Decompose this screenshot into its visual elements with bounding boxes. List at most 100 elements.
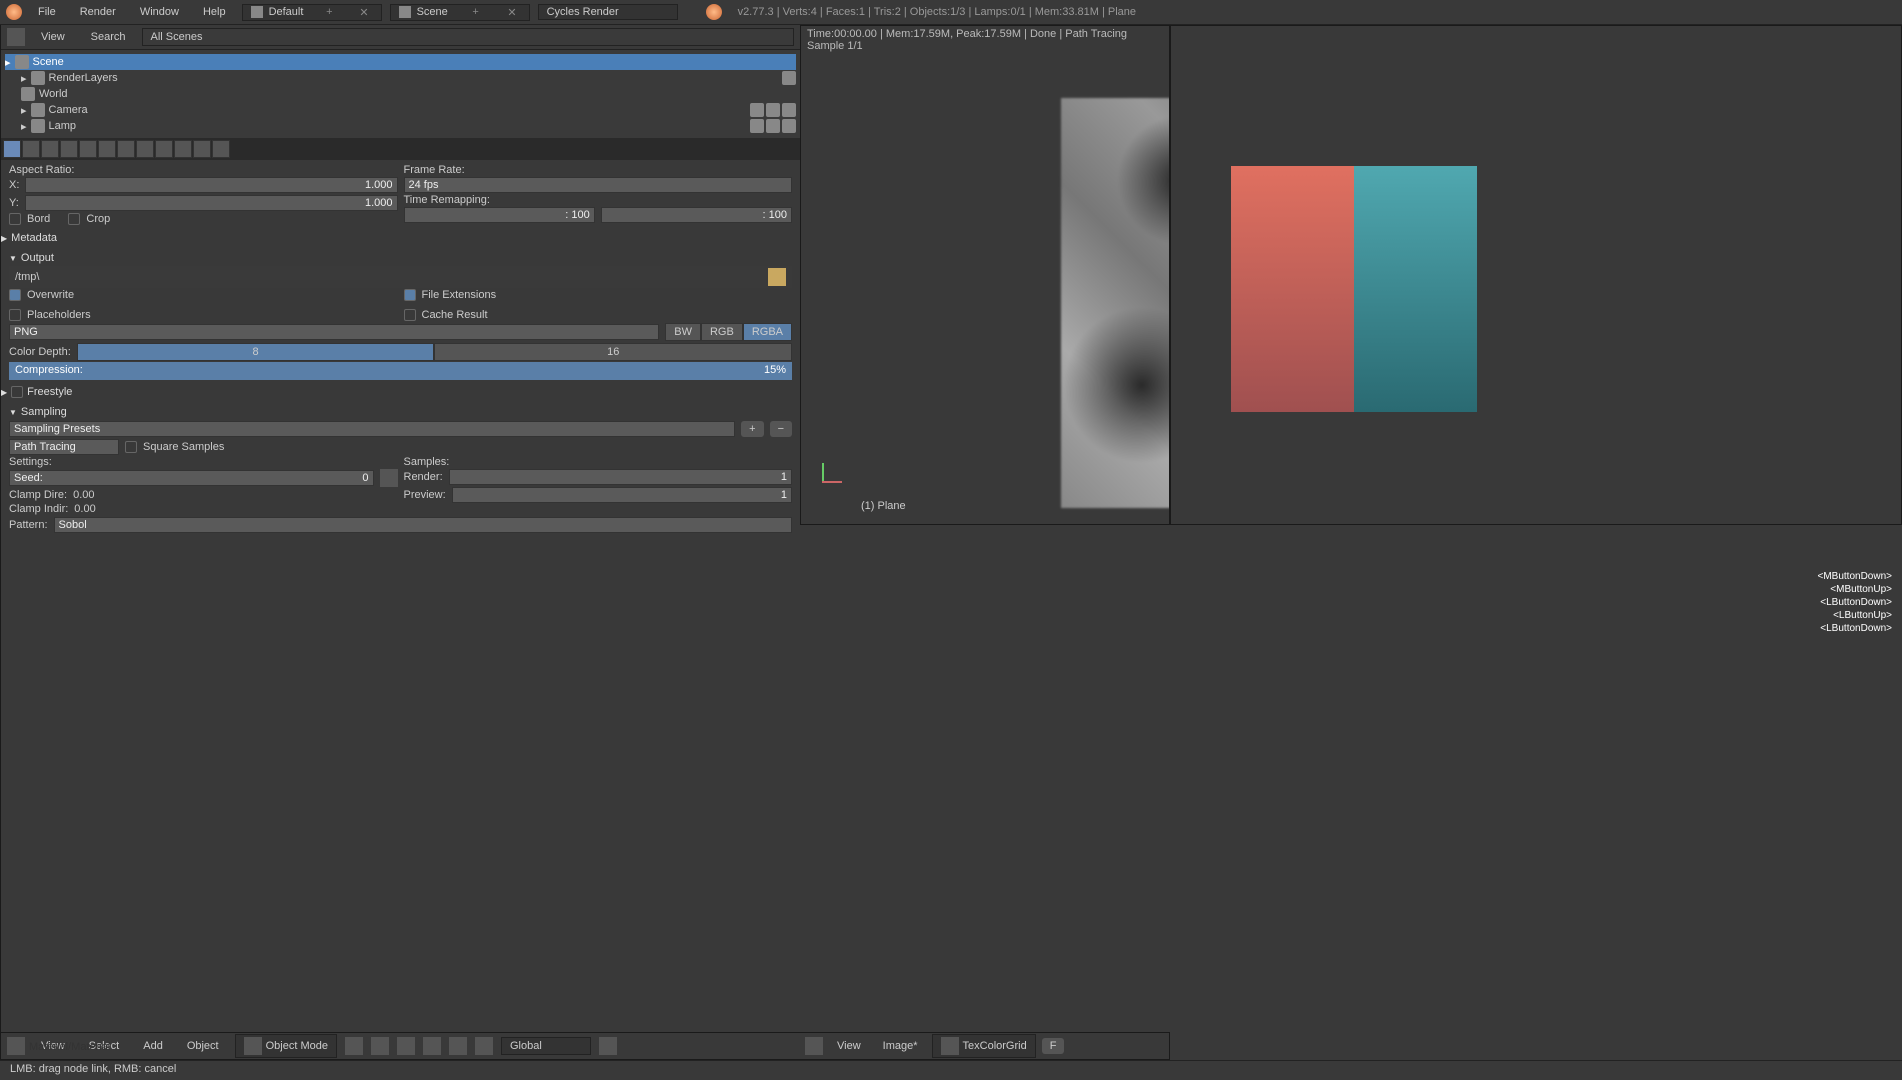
outliner-tree[interactable]: ▸Scene ▸RenderLayers World ▸Camera ▸Lamp — [1, 50, 800, 138]
clampi-val[interactable]: 0.00 — [74, 503, 95, 515]
crop-check[interactable] — [68, 213, 80, 225]
depth-8[interactable]: 8 — [77, 343, 435, 361]
tab-scene[interactable] — [41, 140, 59, 158]
aspect-x-field[interactable]: 1.000 — [25, 177, 397, 193]
tab-constraint[interactable] — [98, 140, 116, 158]
mode-dropdown[interactable]: Object Mode — [235, 1034, 337, 1058]
placeholders-check[interactable] — [9, 309, 21, 321]
editor-type-icon[interactable] — [7, 28, 25, 46]
outliner-item-scene[interactable]: ▸Scene — [5, 54, 796, 70]
format-dropdown[interactable]: PNG — [9, 324, 659, 340]
mode-rgba[interactable]: RGBA — [743, 323, 792, 341]
metadata-header[interactable]: ▶Metadata — [1, 230, 800, 246]
shading-icon[interactable] — [345, 1037, 363, 1055]
menu-image[interactable]: Image* — [875, 1038, 926, 1054]
fileext-check[interactable] — [404, 289, 416, 301]
square-check[interactable] — [125, 441, 137, 453]
tab-object[interactable] — [79, 140, 97, 158]
plus-icon[interactable]: + — [468, 6, 482, 18]
sampling-header[interactable]: ▼Sampling — [9, 404, 792, 420]
tab-texture[interactable] — [174, 140, 192, 158]
menu-file[interactable]: File — [30, 4, 64, 20]
presets-dropdown[interactable]: Sampling Presets — [9, 421, 735, 437]
editor-type-icon[interactable] — [7, 1037, 25, 1055]
tab-render[interactable] — [3, 140, 21, 158]
freestyle-header[interactable]: ▶Freestyle — [1, 384, 800, 400]
clampd-val[interactable]: 0.00 — [73, 489, 94, 501]
freestyle-check[interactable] — [11, 386, 23, 398]
menu-object[interactable]: Object — [179, 1038, 227, 1054]
menu-add[interactable]: Add — [135, 1038, 171, 1054]
rotate-icon[interactable] — [449, 1037, 467, 1055]
node-editor[interactable]: View Select Add Object Object Mode Globa… — [0, 1032, 1170, 1060]
scale-icon[interactable] — [475, 1037, 493, 1055]
add-preset-btn[interactable]: + — [741, 421, 763, 437]
outliner-filter[interactable]: All Scenes — [142, 28, 794, 46]
menu-render[interactable]: Render — [72, 4, 124, 20]
depth-toggle[interactable]: 816 — [77, 343, 792, 361]
tab-particles[interactable] — [193, 140, 211, 158]
eye-icon[interactable] — [750, 119, 764, 133]
render-icon[interactable] — [782, 103, 796, 117]
framerate-label: Frame Rate: — [404, 164, 793, 176]
folder-icon[interactable] — [768, 268, 786, 286]
cursor-icon[interactable] — [766, 119, 780, 133]
translate-icon[interactable] — [423, 1037, 441, 1055]
layout-dropdown[interactable]: Default+✕ — [242, 4, 382, 21]
outliner-item-camera[interactable]: ▸Camera — [5, 102, 796, 118]
scene-dropdown[interactable]: Scene+✕ — [390, 4, 530, 21]
render-viewport[interactable]: Time:00:00.00 | Mem:17.59M, Peak:17.59M … — [800, 25, 1170, 525]
eye-icon[interactable] — [750, 103, 764, 117]
tab-modifier[interactable] — [117, 140, 135, 158]
aspect-y-field[interactable]: 1.000 — [25, 195, 398, 211]
color-mode-toggle[interactable]: BWRGBRGBA — [665, 323, 792, 341]
menu-help[interactable]: Help — [195, 4, 234, 20]
manipulator-icon[interactable] — [397, 1037, 415, 1055]
seed-field[interactable]: Seed: 0 — [9, 470, 374, 486]
stats-text: v2.77.3 | Verts:4 | Faces:1 | Tris:2 | O… — [738, 6, 1136, 18]
compression-slider[interactable]: Compression:15% — [9, 362, 792, 380]
output-header[interactable]: ▼Output — [9, 250, 792, 266]
output-path-field[interactable]: /tmp\ — [15, 271, 764, 283]
remove-preset-btn[interactable]: − — [770, 421, 792, 437]
menu-view[interactable]: View — [829, 1038, 869, 1054]
mode-rgb[interactable]: RGB — [701, 323, 743, 341]
tab-material[interactable] — [155, 140, 173, 158]
plus-icon[interactable]: + — [322, 6, 336, 18]
clock-icon[interactable] — [380, 469, 398, 487]
render-samples-field[interactable]: 1 — [449, 469, 792, 485]
cursor-icon[interactable] — [766, 103, 780, 117]
remap-old-field[interactable]: : 100 — [404, 207, 595, 223]
mode-bw[interactable]: BW — [665, 323, 701, 341]
tab-data[interactable] — [136, 140, 154, 158]
tab-world[interactable] — [60, 140, 78, 158]
editor-type-icon[interactable] — [805, 1037, 823, 1055]
integrator-dropdown[interactable]: Path Tracing — [9, 439, 119, 455]
image-dropdown[interactable]: TexColorGrid — [932, 1034, 1036, 1058]
tab-layers[interactable] — [22, 140, 40, 158]
close-icon[interactable]: ✕ — [355, 6, 372, 19]
cache-check[interactable] — [404, 309, 416, 321]
uv-viewport[interactable] — [1170, 25, 1902, 525]
orientation-dropdown[interactable]: Global — [501, 1037, 591, 1055]
engine-dropdown[interactable]: Cycles Render — [538, 4, 678, 20]
menu-window[interactable]: Window — [132, 4, 187, 20]
preview-samples-field[interactable]: 1 — [452, 487, 792, 503]
tab-physics[interactable] — [212, 140, 230, 158]
fps-dropdown[interactable]: 24 fps — [404, 177, 793, 193]
render-icon[interactable] — [782, 119, 796, 133]
outliner-search-btn[interactable]: Search — [81, 29, 136, 45]
outliner-view-btn[interactable]: View — [31, 29, 75, 45]
pivot-icon[interactable] — [371, 1037, 389, 1055]
pattern-dropdown[interactable]: Sobol — [54, 517, 792, 533]
depth-16[interactable]: 16 — [434, 343, 792, 361]
layers-icon[interactable] — [599, 1037, 617, 1055]
outliner-item-renderlayers[interactable]: ▸RenderLayers — [5, 70, 796, 86]
outliner-item-lamp[interactable]: ▸Lamp — [5, 118, 796, 134]
overwrite-check[interactable] — [9, 289, 21, 301]
border-check[interactable] — [9, 213, 21, 225]
fake-user-btn[interactable]: F — [1042, 1038, 1065, 1054]
outliner-item-world[interactable]: World — [5, 86, 796, 102]
remap-new-field[interactable]: : 100 — [601, 207, 792, 223]
close-icon[interactable]: ✕ — [503, 6, 520, 19]
